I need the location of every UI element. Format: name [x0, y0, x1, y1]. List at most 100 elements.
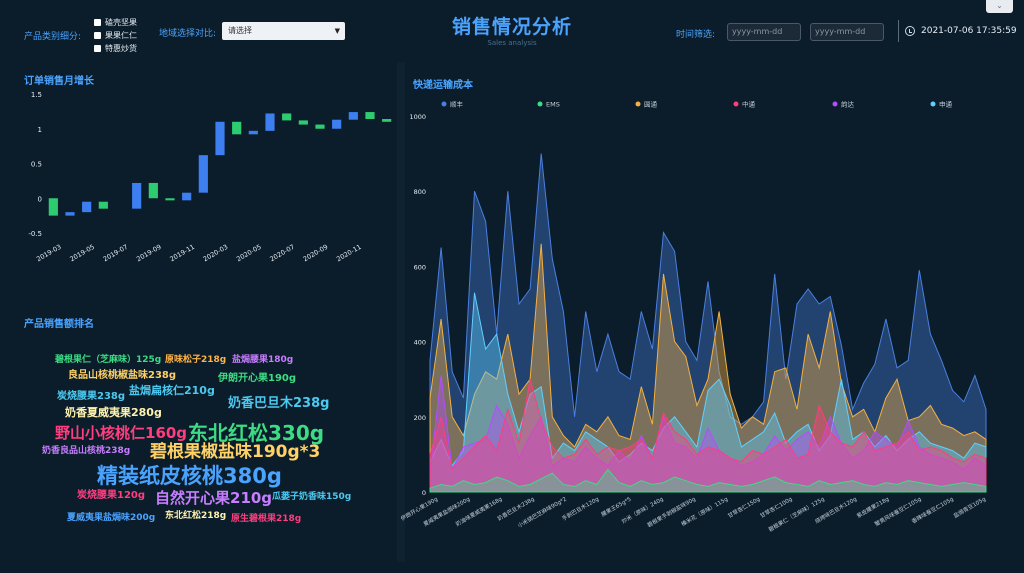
- shipping-cost-chart: 02004006008001000顺丰 EMS 圆通 中通 韵达 申通伊朗开心果190g夏…: [400, 100, 987, 534]
- wordcloud-word: 炭烧腰果120g: [77, 490, 146, 501]
- category-filter-label: 产品类别细分:: [24, 32, 82, 42]
- x-tick-label: 小米锅巴芝麻味90g*2: [516, 495, 568, 530]
- legend-label[interactable]: 中通: [742, 100, 756, 109]
- legend-label[interactable]: 顺丰: [450, 100, 464, 109]
- dashboard-header: 销售情况分析 Sales analysis 产品类别细分: 磕壳坚果 果果仁仁 …: [0, 0, 1024, 60]
- wordcloud-word: 奶香夏威夷果280g: [65, 406, 162, 419]
- x-tick-label: 2019-05: [68, 243, 96, 264]
- ranking-title: 产品销售额排名: [24, 319, 94, 330]
- wordcloud-word: 碧根果仁（芝麻味）125g: [55, 355, 162, 365]
- region-filter-label: 地域选择对比:: [159, 29, 217, 39]
- category-checkbox-1[interactable]: 磕壳坚果: [94, 17, 137, 28]
- waterfall-bar: [332, 119, 342, 129]
- y-tick-label: 1.5: [31, 91, 42, 99]
- y-tick-label: 0.5: [31, 161, 42, 169]
- clock-icon: [905, 26, 915, 36]
- x-tick-label: 盐焗青豆105g: [952, 495, 987, 520]
- waterfall-bar: [232, 121, 242, 135]
- waterfall-bar: [382, 119, 392, 122]
- checkbox-box[interactable]: [94, 45, 101, 52]
- ranking-wordcloud: 碧根果仁（芝麻味）125g 原味松子218g 盐焗腰果180g 良品山核桃椒盐味238…: [0, 340, 395, 540]
- chevron-down-icon: ⌄: [996, 1, 1003, 10]
- y-tick-label: 1: [38, 126, 42, 134]
- legend-label[interactable]: 申通: [939, 100, 953, 109]
- waterfall-bar: [82, 201, 92, 213]
- x-tick-label: 2019-03: [35, 243, 63, 264]
- monthly-growth-chart: -0.5 0 0.5 1 1.5 2019-03 2019-05 2019-07 2019-09…: [28, 91, 392, 264]
- legend-marker[interactable]: [635, 101, 641, 107]
- waterfall-bar: [165, 198, 175, 201]
- caret-down-icon: ▼: [334, 27, 340, 35]
- legend-marker[interactable]: [441, 101, 447, 107]
- collapse-toggle-button[interactable]: ⌄: [986, 0, 1013, 13]
- wordcloud-word: 东北红松330g: [188, 421, 325, 445]
- waterfall-bar: [98, 201, 108, 209]
- checkbox-label: 果果仁仁: [105, 31, 137, 40]
- checkbox-box[interactable]: [94, 19, 101, 26]
- legend-label[interactable]: 圆通: [644, 100, 658, 109]
- waterfall-bar: [182, 192, 192, 201]
- waterfall-bar: [282, 113, 292, 121]
- y-tick-label: 1000: [409, 113, 426, 121]
- wordcloud-word: 伊朗开心果190g: [218, 373, 297, 384]
- x-tick-label: 2019-11: [168, 243, 196, 264]
- y-tick-label: 400: [414, 339, 426, 347]
- y-tick-label: 200: [414, 414, 426, 422]
- shipping-title: 快递运输成本: [413, 80, 473, 91]
- wordcloud-word: 奶香巴旦木238g: [228, 396, 330, 411]
- date-start-input[interactable]: yyyy-mm-dd: [727, 23, 801, 41]
- legend-marker[interactable]: [537, 101, 543, 107]
- current-datetime: 2021-07-06 17:35:59: [921, 26, 1017, 36]
- wordcloud-word: 东北红松218g: [165, 511, 227, 521]
- y-tick-label: 0: [38, 195, 42, 203]
- wordcloud-word: 碧根果椒盐味190g*3: [150, 442, 321, 462]
- wordcloud-word: 良品山核桃椒盐味238g: [68, 370, 177, 381]
- waterfall-bar: [48, 198, 58, 216]
- wordcloud-word: 夏威夷果盐焗味200g: [67, 513, 156, 523]
- legend-marker[interactable]: [733, 101, 739, 107]
- waterfall-bar: [132, 182, 142, 209]
- wordcloud-word: 野山小核桃仁160g: [55, 424, 188, 442]
- wordcloud-word: 盐焗扁核仁210g: [129, 384, 215, 397]
- waterfall-bar: [348, 112, 358, 120]
- x-tick-label: 2019-07: [102, 243, 130, 264]
- x-tick-label: 2020-05: [235, 243, 263, 264]
- x-tick-label: 2020-11: [335, 243, 363, 264]
- waterfall-bar: [265, 113, 275, 131]
- region-select[interactable]: 请选择 ▼: [222, 22, 345, 40]
- checkbox-label: 特惠炒货: [105, 44, 137, 53]
- wordcloud-word: 瓜蒌子奶香味150g: [272, 492, 352, 502]
- wordcloud-word: 原生碧根果218g: [231, 514, 302, 524]
- wordcloud-word: 自然开心果210g: [155, 489, 273, 507]
- wordcloud-word: 奶香良品山核桃238g: [42, 446, 131, 456]
- checkbox-label: 磕壳坚果: [105, 18, 137, 27]
- time-filter-label: 时间筛选:: [676, 30, 716, 40]
- waterfall-bar: [315, 124, 325, 129]
- category-checkbox-2[interactable]: 果果仁仁: [94, 30, 137, 41]
- y-tick-label: 800: [414, 188, 426, 196]
- y-tick-label: -0.5: [28, 230, 42, 238]
- category-checkbox-3[interactable]: 特惠炒货: [94, 43, 137, 54]
- x-tick-label: 2020-09: [302, 243, 330, 264]
- region-select-value: 请选择: [228, 26, 252, 35]
- legend-label[interactable]: EMS: [546, 101, 560, 109]
- waterfall-bar: [248, 130, 258, 135]
- legend-marker[interactable]: [930, 101, 936, 107]
- y-tick-label: 600: [414, 263, 426, 271]
- legend-label[interactable]: 韵达: [841, 100, 855, 109]
- header-divider: [898, 20, 899, 42]
- x-tick-label: 2020-03: [202, 243, 230, 264]
- date-end-input[interactable]: yyyy-mm-dd: [810, 23, 884, 41]
- waterfall-bar: [215, 121, 225, 156]
- legend-marker[interactable]: [832, 101, 838, 107]
- wordcloud-word: 炭烧腰果238g: [57, 391, 126, 402]
- x-tick-label: 2020-07: [268, 243, 296, 264]
- x-tick-label: 2019-09: [135, 243, 163, 264]
- wordcloud-word: 原味松子218g: [165, 355, 227, 365]
- y-tick-label: 0: [422, 489, 426, 497]
- waterfall-bar: [65, 212, 75, 216]
- wordcloud-word: 盐焗腰果180g: [232, 355, 294, 365]
- x-tick-label: 甘草杏仁150g: [726, 495, 761, 520]
- waterfall-bar: [365, 112, 375, 120]
- checkbox-box[interactable]: [94, 32, 101, 39]
